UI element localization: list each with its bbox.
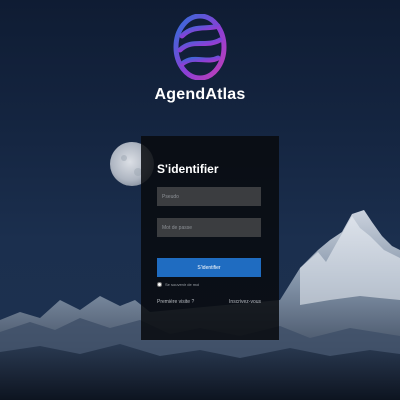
first-visit-link[interactable]: Première visite ? xyxy=(157,299,194,305)
account-links: Première visite ? Inscrivez-vous xyxy=(157,299,261,305)
remember-me-row: Se souvenir de moi xyxy=(157,282,199,287)
remember-me-checkbox[interactable] xyxy=(157,282,162,287)
login-card: S'identifier S'identifier Se souvenir de… xyxy=(141,136,279,340)
login-button[interactable]: S'identifier xyxy=(157,258,261,277)
username-input[interactable] xyxy=(157,187,261,206)
register-link[interactable]: Inscrivez-vous xyxy=(229,299,261,305)
login-title: S'identifier xyxy=(157,162,219,176)
password-input[interactable] xyxy=(157,218,261,237)
login-page: AgendAtlas S'identifier S'identifier Se … xyxy=(0,0,400,400)
remember-me-label: Se souvenir de moi xyxy=(165,282,200,287)
swirl-globe-logo-icon xyxy=(173,14,227,80)
brand-name: AgendAtlas xyxy=(154,86,246,103)
brand-header: AgendAtlas xyxy=(0,14,400,104)
